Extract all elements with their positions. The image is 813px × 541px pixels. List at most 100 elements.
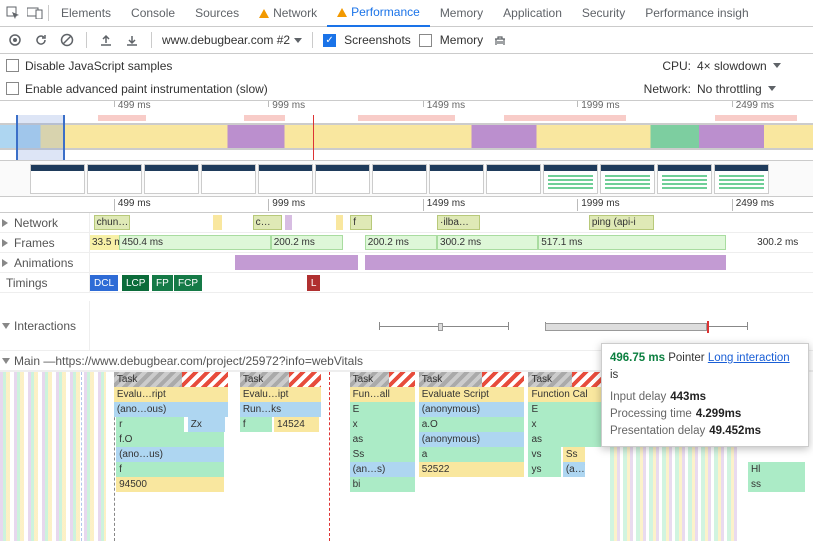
flame-cell[interactable]: (anonymous): [419, 432, 525, 447]
flame-cell[interactable]: (ano…ous): [114, 402, 228, 417]
flame-cell[interactable]: x: [350, 417, 415, 432]
clear-button[interactable]: [58, 31, 76, 49]
flame-cell[interactable]: E: [528, 402, 601, 417]
flame-cell[interactable]: a: [419, 447, 525, 462]
flame-cell[interactable]: Function Cal: [528, 387, 601, 402]
frame-seg[interactable]: 200.2 ms: [365, 235, 437, 250]
flame-cell[interactable]: as: [350, 432, 415, 447]
flame-task[interactable]: Task: [419, 372, 525, 387]
frame-seg[interactable]: 33.5 ms: [90, 235, 119, 250]
flame-cell[interactable]: a.O: [419, 417, 525, 432]
track-label-frames[interactable]: Frames: [0, 233, 90, 252]
screenshot-thumb[interactable]: [30, 164, 85, 194]
screenshot-thumb[interactable]: [144, 164, 199, 194]
network-item[interactable]: [285, 215, 292, 230]
animation-seg[interactable]: [365, 255, 727, 270]
track-label-animations[interactable]: Animations: [0, 253, 90, 272]
flame-cell[interactable]: 14524: [274, 417, 319, 432]
tab-performance-insights[interactable]: Performance insigh: [635, 0, 758, 27]
tab-security[interactable]: Security: [572, 0, 635, 27]
network-item[interactable]: chun…: [94, 215, 130, 230]
flame-cell[interactable]: (an…s): [350, 462, 415, 477]
tab-sources[interactable]: Sources: [185, 0, 249, 27]
flame-cell[interactable]: 52522: [419, 462, 525, 477]
network-item[interactable]: ·ilba…: [437, 215, 480, 230]
flame-cell[interactable]: f.O: [116, 432, 224, 447]
network-item[interactable]: [213, 215, 222, 230]
frame-seg[interactable]: 517.1 ms: [538, 235, 726, 250]
network-item[interactable]: ping (api-i: [589, 215, 654, 230]
flame-cell[interactable]: Evalu…ript: [114, 387, 228, 402]
interaction-whisker[interactable]: [545, 321, 747, 331]
paint-instr-checkbox[interactable]: [6, 82, 19, 95]
interaction-whisker[interactable]: [379, 321, 509, 331]
garbage-collect-icon[interactable]: [491, 31, 509, 49]
timing-fp[interactable]: FP: [152, 275, 173, 291]
network-item[interactable]: f: [350, 215, 372, 230]
screenshot-thumb[interactable]: [201, 164, 256, 194]
screenshot-thumb[interactable]: [600, 164, 655, 194]
flame-task[interactable]: Task: [528, 372, 601, 387]
recording-selector[interactable]: www.debugbear.com #2: [162, 33, 302, 47]
flame-cell[interactable]: 94500: [116, 477, 224, 492]
animations-track[interactable]: Animations: [0, 253, 813, 273]
cpu-throttle-select[interactable]: 4× slowdown: [697, 59, 807, 73]
flame-cell[interactable]: Hl: [748, 462, 805, 477]
memory-checkbox[interactable]: [419, 34, 432, 47]
screenshot-thumb[interactable]: [486, 164, 541, 194]
flame-cell[interactable]: f: [116, 462, 224, 477]
network-item[interactable]: [336, 215, 343, 230]
network-throttle-select[interactable]: No throttling: [697, 82, 807, 96]
timing-fcp[interactable]: FCP: [174, 275, 202, 291]
flame-cell[interactable]: Ss: [350, 447, 415, 462]
tab-network[interactable]: Network: [249, 0, 327, 27]
device-toggle-icon[interactable]: [24, 2, 46, 24]
timing-dcl[interactable]: DCL: [90, 275, 118, 291]
screenshot-thumb[interactable]: [372, 164, 427, 194]
reload-record-button[interactable]: [32, 31, 50, 49]
network-item[interactable]: c…: [253, 215, 282, 230]
frame-seg[interactable]: 300.2 ms: [755, 235, 813, 250]
inspect-icon[interactable]: [2, 2, 24, 24]
flame-cell[interactable]: Ss: [563, 447, 585, 462]
record-button[interactable]: [6, 31, 24, 49]
timing-load[interactable]: L: [307, 275, 321, 291]
disable-js-checkbox[interactable]: [6, 59, 19, 72]
screenshot-thumb[interactable]: [315, 164, 370, 194]
timing-lcp[interactable]: LCP: [122, 275, 149, 291]
flame-cell[interactable]: ys: [528, 462, 561, 477]
overview-selection[interactable]: [16, 115, 65, 160]
tab-application[interactable]: Application: [493, 0, 572, 27]
screenshots-checkbox[interactable]: ✓: [323, 34, 336, 47]
flame-cell[interactable]: (ano…us): [116, 447, 224, 462]
screenshot-thumb[interactable]: [258, 164, 313, 194]
flame-cell[interactable]: bi: [350, 477, 415, 492]
timings-track[interactable]: Timings DCL LCP FP FCP L: [0, 273, 813, 293]
tooltip-link[interactable]: Long interaction: [708, 352, 790, 364]
frame-seg[interactable]: 450.4 ms: [119, 235, 271, 250]
animation-seg[interactable]: [235, 255, 358, 270]
screenshot-filmstrip[interactable]: [0, 161, 813, 197]
flame-cell[interactable]: Run…ks: [240, 402, 321, 417]
upload-icon[interactable]: [97, 31, 115, 49]
timeline-overview[interactable]: 499 ms 999 ms 1499 ms 1999 ms 2499 ms: [0, 101, 813, 161]
flame-cell[interactable]: Evaluate Script: [419, 387, 525, 402]
flame-cell[interactable]: E: [350, 402, 415, 417]
download-icon[interactable]: [123, 31, 141, 49]
tab-memory[interactable]: Memory: [430, 0, 493, 27]
flame-cell[interactable]: x: [528, 417, 601, 432]
flame-task[interactable]: Task: [240, 372, 321, 387]
screenshot-thumb[interactable]: [429, 164, 484, 194]
tab-performance[interactable]: Performance: [327, 0, 430, 27]
frame-seg[interactable]: 300.2 ms: [437, 235, 538, 250]
flame-cell[interactable]: as: [528, 432, 601, 447]
flame-cell[interactable]: Zx: [188, 417, 226, 432]
flame-cell[interactable]: r: [116, 417, 184, 432]
tab-console[interactable]: Console: [121, 0, 185, 27]
flame-cell[interactable]: f: [240, 417, 273, 432]
flame-cell[interactable]: (a…): [563, 462, 585, 477]
screenshot-thumb[interactable]: [714, 164, 769, 194]
flame-cell[interactable]: vs: [528, 447, 561, 462]
screenshot-thumb[interactable]: [657, 164, 712, 194]
flame-cell[interactable]: ss: [748, 477, 805, 492]
